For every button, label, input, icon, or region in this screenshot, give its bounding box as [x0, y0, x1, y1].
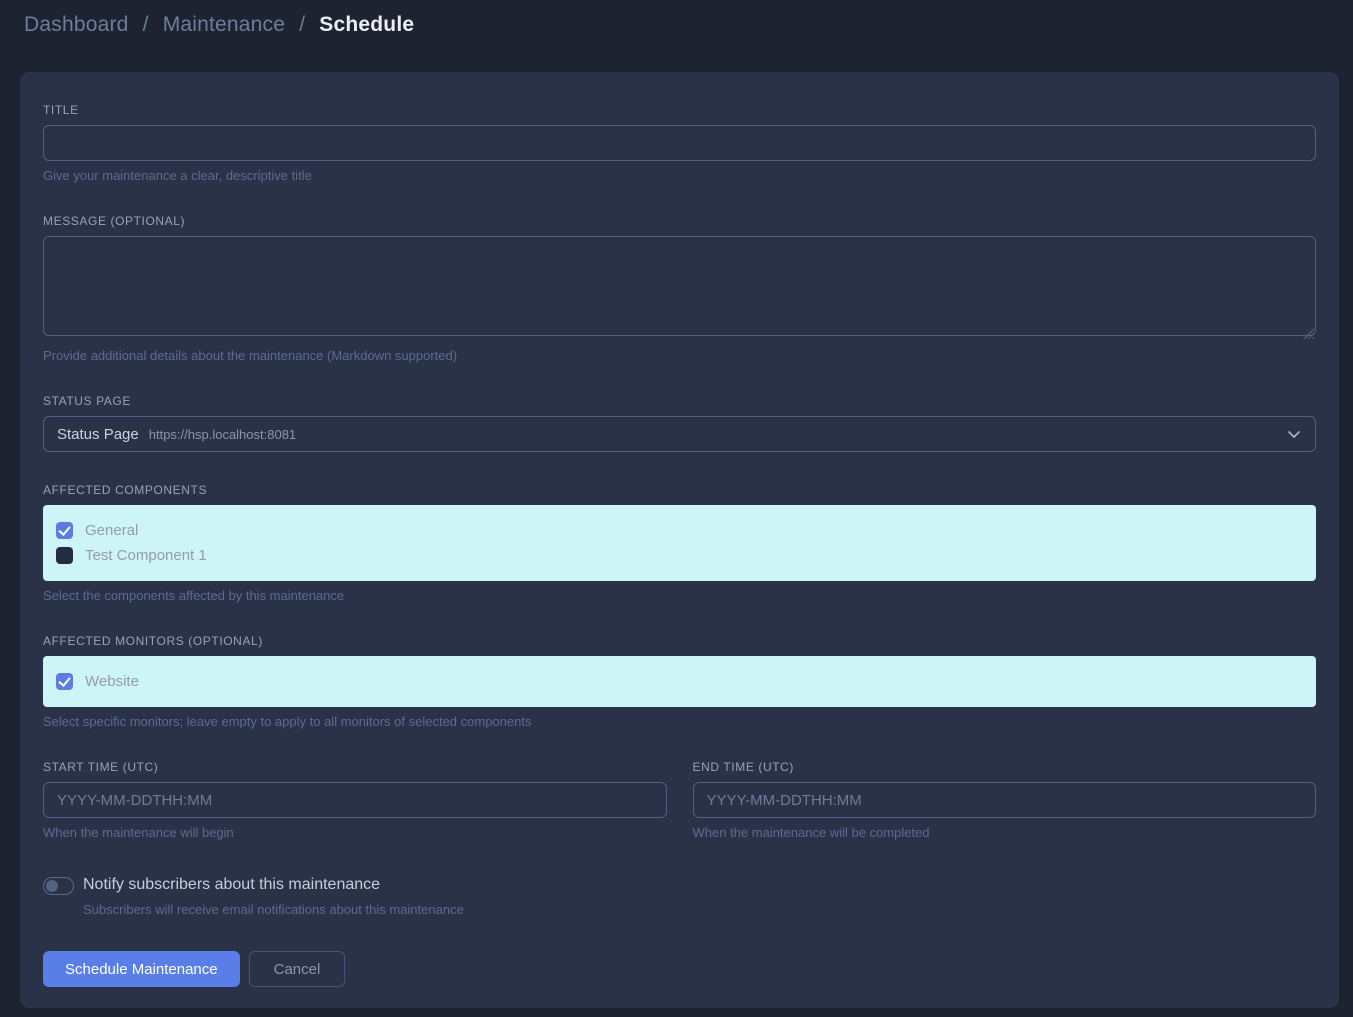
end-time-field-group: End Time (UTC) When the maintenance will…	[693, 760, 1317, 840]
affected-components-panel: General Test Component 1	[43, 505, 1316, 581]
component-option-general[interactable]: General	[56, 518, 1303, 543]
start-time-input[interactable]	[43, 782, 667, 818]
top-bar: Dashboard / Maintenance / Schedule	[0, 0, 1353, 50]
schedule-maintenance-button[interactable]: Schedule Maintenance	[43, 951, 240, 987]
monitor-website-label[interactable]: Website	[85, 673, 139, 690]
toggle-knob	[46, 880, 58, 892]
cancel-button[interactable]: Cancel	[249, 951, 346, 987]
component-test-1-checkbox[interactable]	[56, 547, 73, 564]
breadcrumb-maintenance[interactable]: Maintenance	[163, 13, 285, 36]
title-field-group: Title Give your maintenance a clear, des…	[43, 103, 1316, 183]
component-general-label[interactable]: General	[85, 522, 138, 539]
component-test-1-label[interactable]: Test Component 1	[85, 547, 207, 564]
time-fields-row: Start Time (UTC) When the maintenance wi…	[43, 760, 1316, 840]
notify-subscribers-row: Notify subscribers about this maintenanc…	[43, 876, 1316, 917]
affected-monitors-field-group: Affected Monitors (optional) Website Sel…	[43, 634, 1316, 729]
notify-subscribers-label[interactable]: Notify subscribers about this maintenanc…	[83, 876, 464, 894]
status-page-field-group: Status Page Status Page https://hsp.loca…	[43, 394, 1316, 452]
end-time-input[interactable]	[693, 782, 1317, 818]
component-option-test-component-1[interactable]: Test Component 1	[56, 543, 1303, 568]
chevron-down-icon	[1287, 427, 1301, 441]
status-page-selected-url: https://hsp.localhost:8081	[149, 427, 296, 442]
affected-monitors-label: Affected Monitors (optional)	[43, 634, 1316, 648]
breadcrumb-dashboard[interactable]: Dashboard	[24, 13, 129, 36]
title-input[interactable]	[43, 125, 1316, 161]
component-general-checkbox[interactable]	[56, 522, 73, 539]
notify-subscribers-helper-text: Subscribers will receive email notificat…	[83, 902, 464, 917]
breadcrumb-separator: /	[143, 13, 149, 36]
start-time-field-group: Start Time (UTC) When the maintenance wi…	[43, 760, 667, 840]
affected-monitors-helper-text: Select specific monitors; leave empty to…	[43, 714, 1316, 729]
schedule-maintenance-form-card: Title Give your maintenance a clear, des…	[20, 72, 1339, 1008]
title-helper-text: Give your maintenance a clear, descripti…	[43, 168, 1316, 183]
breadcrumb-separator: /	[299, 13, 305, 36]
breadcrumb-current-schedule: Schedule	[319, 13, 414, 36]
status-page-label: Status Page	[43, 394, 1316, 408]
title-label: Title	[43, 103, 1316, 117]
breadcrumb: Dashboard / Maintenance / Schedule	[24, 13, 1329, 37]
affected-components-label: Affected Components	[43, 483, 1316, 497]
affected-components-field-group: Affected Components General Test Compone…	[43, 483, 1316, 603]
message-textarea[interactable]	[43, 236, 1316, 336]
status-page-selected-name: Status Page	[57, 426, 139, 443]
end-time-label: End Time (UTC)	[693, 760, 1317, 774]
message-field-group: Message (optional) Provide additional de…	[43, 214, 1316, 363]
end-time-helper-text: When the maintenance will be completed	[693, 825, 1317, 840]
monitor-website-checkbox[interactable]	[56, 673, 73, 690]
start-time-helper-text: When the maintenance will begin	[43, 825, 667, 840]
message-helper-text: Provide additional details about the mai…	[43, 348, 1316, 363]
affected-monitors-panel: Website	[43, 656, 1316, 707]
notify-subscribers-toggle[interactable]	[43, 877, 74, 895]
start-time-label: Start Time (UTC)	[43, 760, 667, 774]
status-page-select[interactable]: Status Page https://hsp.localhost:8081	[43, 416, 1316, 452]
form-actions: Schedule Maintenance Cancel	[43, 951, 1316, 987]
message-label: Message (optional)	[43, 214, 1316, 228]
affected-components-helper-text: Select the components affected by this m…	[43, 588, 1316, 603]
monitor-option-website[interactable]: Website	[56, 669, 1303, 694]
